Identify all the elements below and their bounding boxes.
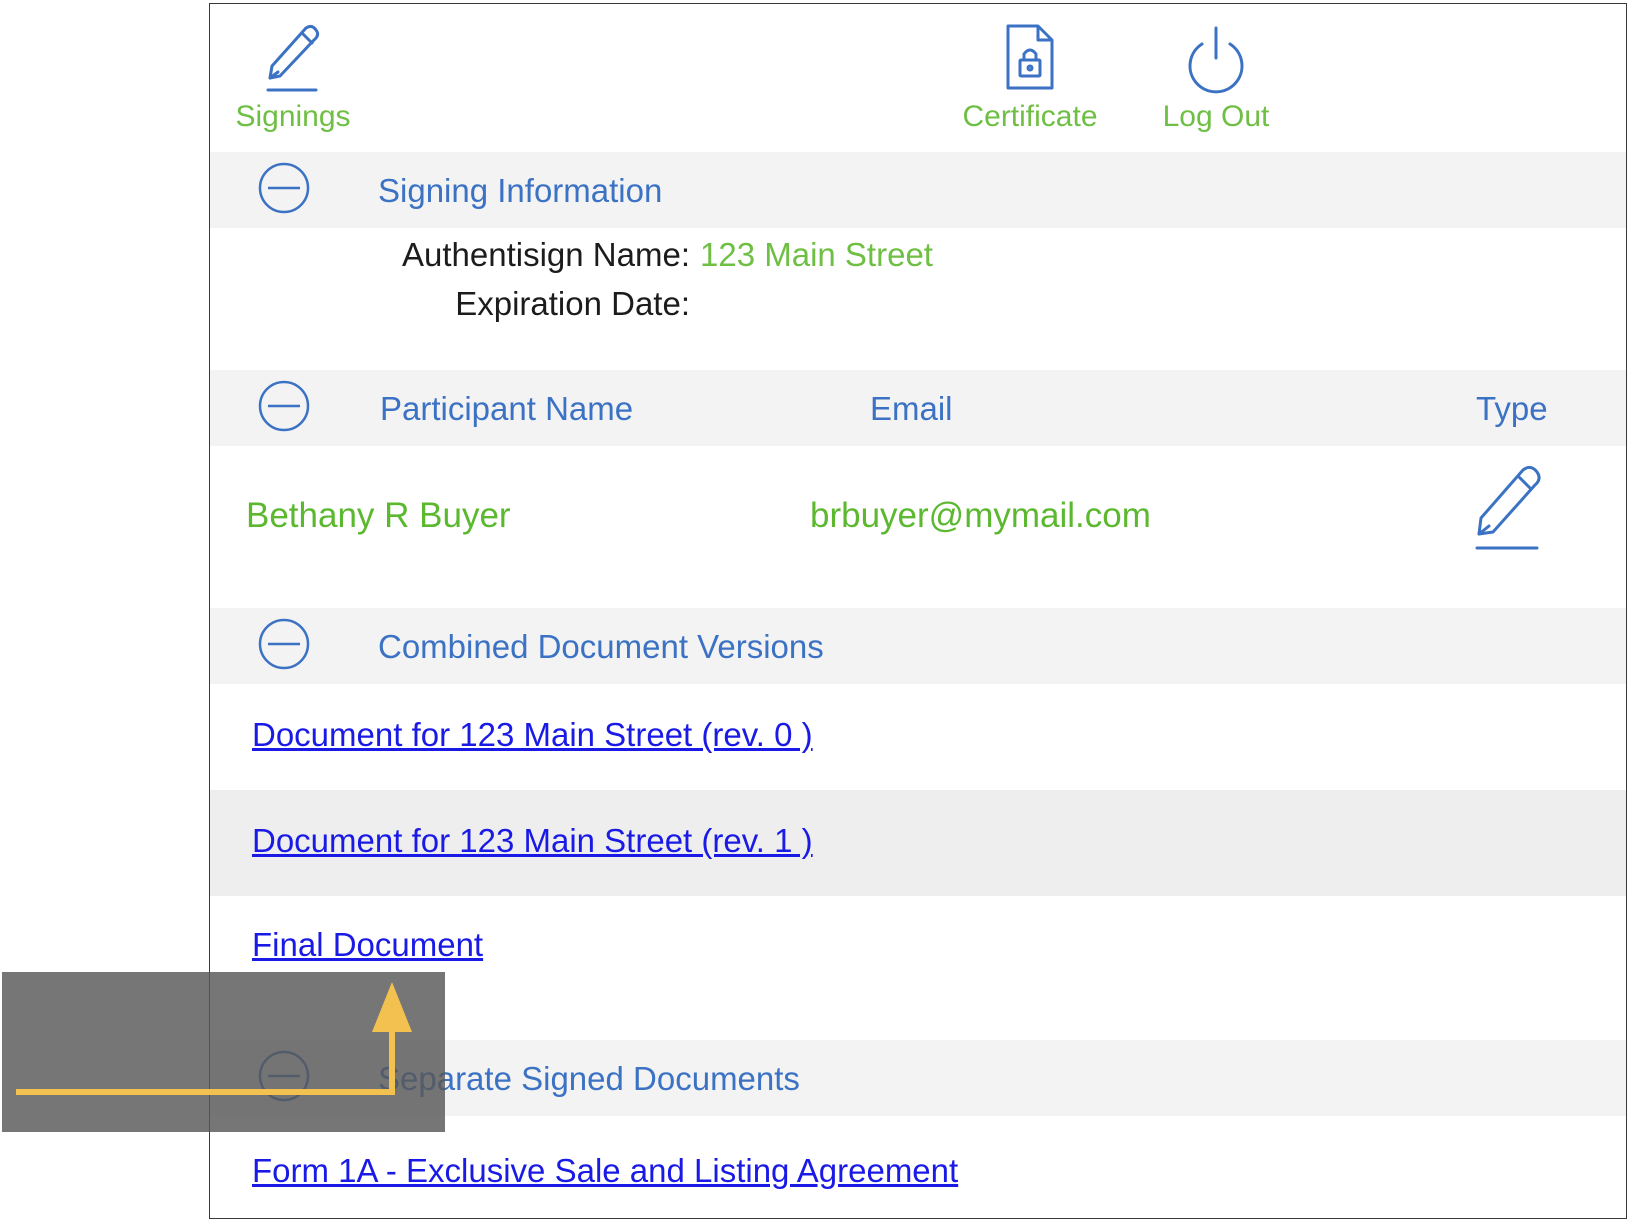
pen-icon xyxy=(1475,465,1541,550)
nav-logout-label: Log Out xyxy=(1162,100,1270,133)
participant-name: Bethany R Buyer xyxy=(246,496,511,535)
nav-logout[interactable]: Log Out xyxy=(1146,22,1286,134)
nav-certificate[interactable]: Certificate xyxy=(950,22,1110,134)
column-email: Email xyxy=(870,390,953,427)
participant-email: brbuyer@mymail.com xyxy=(810,496,1151,535)
expiration-date-label: Expiration Date: xyxy=(455,285,690,322)
certificate-lock-icon xyxy=(1006,24,1054,90)
power-icon xyxy=(1188,26,1244,94)
doc-link-rev-0[interactable]: Document for 123 Main Street (rev. 0 ) xyxy=(252,716,813,754)
combined-docs-title: Combined Document Versions xyxy=(378,628,824,665)
collapse-participants-icon[interactable] xyxy=(258,380,310,432)
pen-icon xyxy=(266,24,320,92)
tutorial-arrow-icon xyxy=(16,982,412,1095)
doc-link-final[interactable]: Final Document xyxy=(252,926,483,964)
nav-certificate-label: Certificate xyxy=(962,100,1098,133)
authentisign-name-value: 123 Main Street xyxy=(700,236,933,273)
doc-link-form-1a[interactable]: Form 1A - Exclusive Sale and Listing Agr… xyxy=(252,1152,958,1190)
nav-signings-label: Signings xyxy=(235,100,351,133)
collapse-combined-docs-icon[interactable] xyxy=(258,618,310,670)
authentisign-name-label: Authentisign Name: xyxy=(402,236,690,273)
column-type: Type xyxy=(1476,390,1548,427)
column-participant-name: Participant Name xyxy=(380,390,634,427)
collapse-signing-info-icon[interactable] xyxy=(258,162,310,214)
doc-link-rev-1[interactable]: Document for 123 Main Street (rev. 1 ) xyxy=(252,822,813,860)
nav-signings[interactable]: Signings xyxy=(228,22,358,134)
signing-info-title: Signing Information xyxy=(378,172,663,209)
